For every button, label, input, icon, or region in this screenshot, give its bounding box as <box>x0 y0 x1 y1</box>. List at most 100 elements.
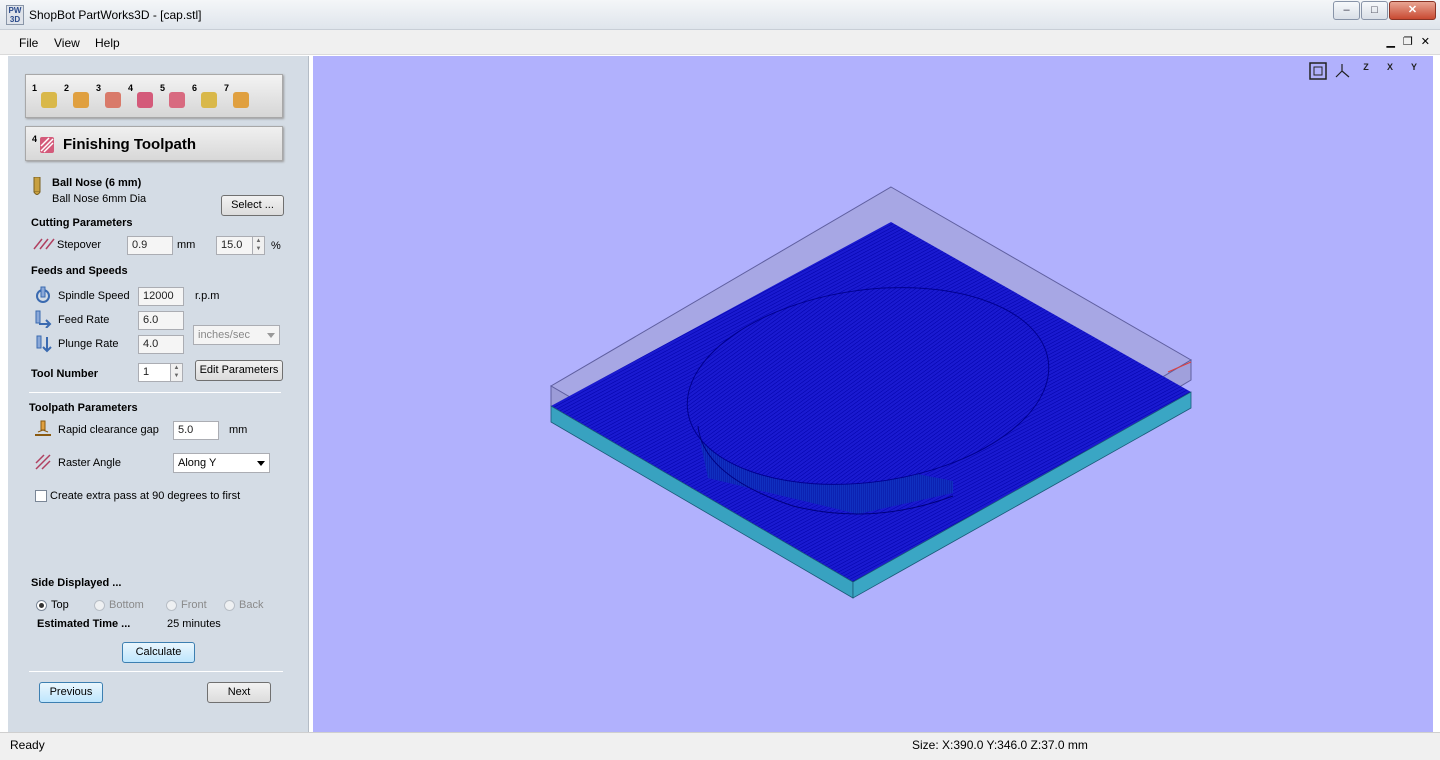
finishing-icon[interactable]: 4 <box>128 83 154 109</box>
mdi-minimize-button[interactable]: ▁ <box>1386 35 1394 48</box>
step-shape <box>169 92 185 108</box>
rapid-clearance-input[interactable]: 5.0 <box>173 421 219 440</box>
divider <box>29 392 281 393</box>
tool-number-label: Tool Number <box>31 368 99 380</box>
ball-nose-tool-icon <box>33 177 41 195</box>
raster-angle-value: Along Y <box>178 457 217 469</box>
extra-pass-label: Create extra pass at 90 degrees to first <box>50 490 241 502</box>
stepover-unit: mm <box>177 239 196 251</box>
preview-icon[interactable]: 6 <box>192 83 218 109</box>
side-displayed-header: Side Displayed ... <box>31 577 122 589</box>
menu-help[interactable]: Help <box>95 36 120 50</box>
step-number: 1 <box>32 83 38 93</box>
step-number: 5 <box>160 83 166 93</box>
cutout-icon[interactable]: 5 <box>160 83 186 109</box>
extra-pass-checkbox[interactable] <box>35 490 47 502</box>
step-shape <box>137 92 153 108</box>
spindle-speed-icon <box>36 286 50 303</box>
stepover-percent-input[interactable]: 15.0 <box>216 236 253 255</box>
toolpath-parameters-header: Toolpath Parameters <box>29 402 138 414</box>
stepover-label: Stepover <box>57 239 102 251</box>
stepover-percent-stepper[interactable]: ▲ ▼ <box>252 236 265 255</box>
rapid-clearance-unit: mm <box>229 424 248 436</box>
svg-text:4: 4 <box>32 134 37 144</box>
side-front-label: Front <box>181 599 207 611</box>
tool-description: Ball Nose 6mm Dia <box>52 193 147 205</box>
side-back-label: Back <box>239 599 264 611</box>
step-number: 7 <box>224 83 230 93</box>
menu-file[interactable]: File <box>19 36 38 50</box>
step-number: 3 <box>96 83 102 93</box>
mdi-close-button[interactable]: ✕ <box>1421 35 1430 48</box>
tool-number-input[interactable]: 1 <box>138 363 171 382</box>
mdi-controls: ▁ ❐ ✕ <box>1386 35 1430 48</box>
step-number: 6 <box>192 83 198 93</box>
next-button[interactable]: Next <box>207 682 271 703</box>
3d-viewport[interactable]: Z X Y <box>313 56 1433 732</box>
mdi-restore-button[interactable]: ❐ <box>1403 35 1413 48</box>
step-shape <box>105 92 121 108</box>
save-icon[interactable]: 7 <box>224 83 250 109</box>
step-number: 4 <box>128 83 134 93</box>
app-logo-icon: PW 3D <box>6 5 24 25</box>
stepover-input[interactable]: 0.9 <box>127 236 173 255</box>
spindle-speed-input[interactable]: 12000 <box>138 287 184 306</box>
menu-view[interactable]: View <box>54 36 80 50</box>
spindle-speed-unit: r.p.m <box>195 290 220 302</box>
spindle-speed-label: Spindle Speed <box>58 290 130 302</box>
calculate-button[interactable]: Calculate <box>122 642 195 663</box>
step-shape <box>41 92 57 108</box>
orient-icon[interactable]: 2 <box>64 83 90 109</box>
model-icon[interactable]: 1 <box>32 83 58 109</box>
toolpath-model-view <box>550 186 1192 599</box>
roughing-icon[interactable]: 3 <box>96 83 122 109</box>
minimize-button[interactable]: – <box>1333 1 1360 20</box>
stepover-icon <box>33 238 55 250</box>
side-bottom-radio[interactable] <box>94 600 105 611</box>
feed-rate-input[interactable]: 6.0 <box>138 311 184 330</box>
side-back-radio[interactable] <box>224 600 235 611</box>
status-text: Ready <box>10 738 45 752</box>
maximize-button[interactable]: □ <box>1361 1 1388 20</box>
side-bottom-label: Bottom <box>109 599 144 611</box>
tool-number-stepper[interactable]: ▲ ▼ <box>170 363 183 382</box>
select-tool-button[interactable]: Select ... <box>221 195 284 216</box>
plunge-rate-label: Plunge Rate <box>58 338 119 350</box>
side-front-radio[interactable] <box>166 600 177 611</box>
previous-button[interactable]: Previous <box>39 682 103 703</box>
panel-title: Finishing Toolpath <box>63 136 197 153</box>
plunge-rate-icon <box>36 335 52 353</box>
percent-unit: % <box>271 240 281 252</box>
finishing-toolpath-icon: 4 <box>32 134 54 153</box>
side-top-radio[interactable] <box>36 600 47 611</box>
panel-header: 4 Finishing Toolpath <box>25 126 283 161</box>
close-button[interactable]: ✕ <box>1389 1 1436 20</box>
status-bar: Ready Size: X:390.0 Y:346.0 Z:37.0 mm <box>0 732 1440 760</box>
raster-angle-icon <box>35 454 51 470</box>
window-controls: – □ ✕ <box>1332 1 1436 20</box>
feeds-speeds-header: Feeds and Speeds <box>31 265 128 277</box>
estimated-time-value: 25 minutes <box>167 618 221 630</box>
edit-parameters-button[interactable]: Edit Parameters <box>195 360 283 381</box>
plunge-rate-input[interactable]: 4.0 <box>138 335 184 354</box>
window-title: ShopBot PartWorks3D - [cap.stl] <box>29 8 202 22</box>
rapid-clearance-label: Rapid clearance gap <box>58 424 159 436</box>
model-size-readout: Size: X:390.0 Y:346.0 Z:37.0 mm <box>912 738 1088 752</box>
raster-angle-label: Raster Angle <box>58 457 121 469</box>
chevron-down-icon <box>257 461 265 466</box>
rate-unit-dropdown[interactable]: inches/sec <box>193 325 280 345</box>
cutting-parameters-header: Cutting Parameters <box>31 217 133 229</box>
estimated-time-label: Estimated Time ... <box>37 618 131 630</box>
side-top-label: Top <box>51 599 69 611</box>
raster-angle-dropdown[interactable]: Along Y <box>173 453 270 473</box>
step-shape <box>73 92 89 108</box>
rate-unit-value: inches/sec <box>198 329 250 341</box>
toolpath-panel: 1 2 3 4 5 6 7 4 Finishing Toolpath Ball Nose (… <box>8 56 309 732</box>
step-number: 2 <box>64 83 70 93</box>
tool-name: Ball Nose (6 mm) <box>52 177 142 189</box>
feed-rate-label: Feed Rate <box>58 314 110 326</box>
chevron-down-icon <box>267 333 275 338</box>
title-bar: PW 3D ShopBot PartWorks3D - [cap.stl] – … <box>0 0 1440 30</box>
divider <box>29 671 283 672</box>
menu-bar: File View Help ▁ ❐ ✕ <box>0 30 1440 55</box>
